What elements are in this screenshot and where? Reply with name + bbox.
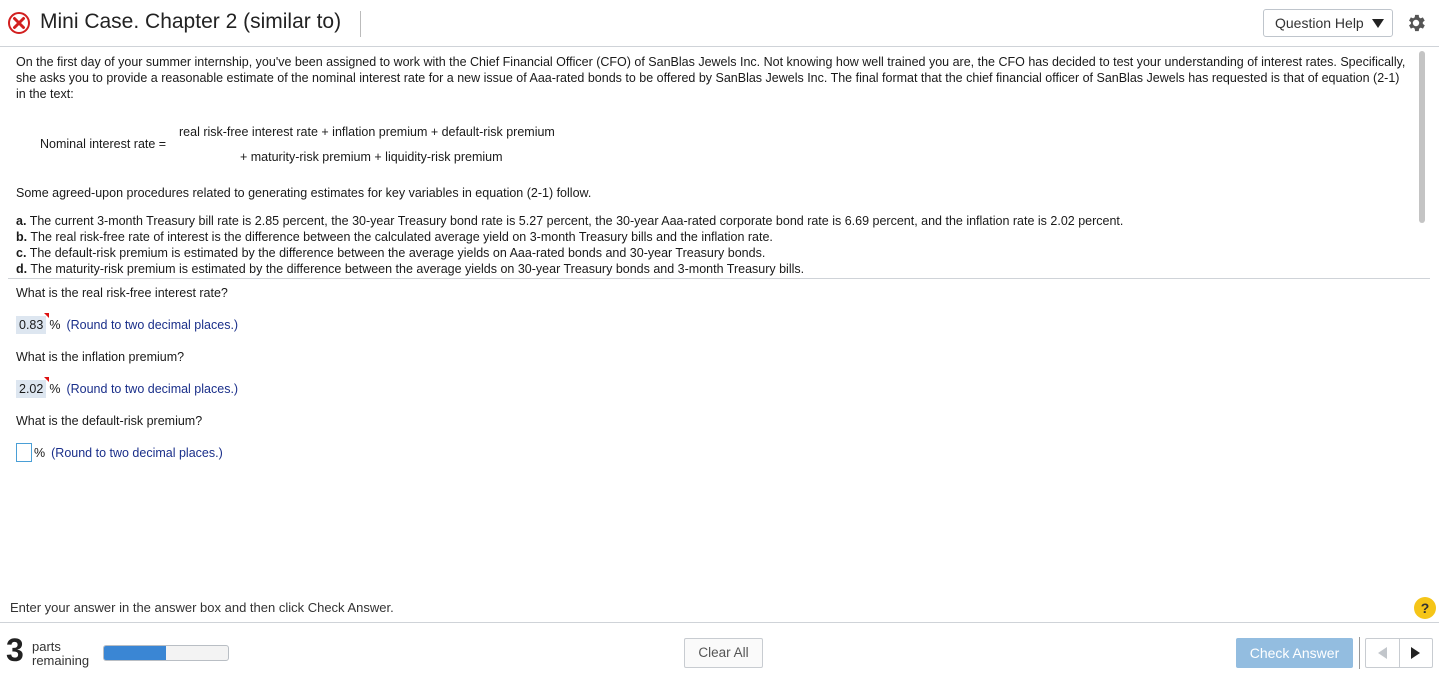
next-arrow-icon[interactable] — [1411, 647, 1420, 659]
check-answer-button[interactable]: Check Answer — [1236, 638, 1353, 668]
answer-box-2[interactable]: 2.02 — [16, 377, 50, 398]
title-divider — [360, 11, 361, 37]
percent-unit: % — [34, 445, 46, 460]
clear-all-button[interactable]: Clear All — [684, 638, 763, 668]
answer-row-1: 0.83% (Round to two decimal places.) — [16, 313, 239, 336]
problem-intro: On the first day of your summer internsh… — [16, 55, 1406, 101]
list-item: b. The real risk-free rate of interest i… — [16, 230, 773, 244]
footer-instruction: Enter your answer in the answer box and … — [10, 600, 394, 615]
vertical-scrollbar[interactable] — [1417, 48, 1427, 278]
incorrect-x-icon — [8, 12, 30, 34]
answer-row-2: 2.02% (Round to two decimal places.) — [16, 377, 239, 400]
answer-row-3: % (Round to two decimal places.) — [16, 443, 223, 463]
answer-box-1[interactable]: 0.83 — [16, 313, 50, 334]
equation-line-2: + maturity-risk premium + liquidity-risk… — [240, 150, 503, 164]
question-prompt-1: What is the real risk-free interest rate… — [16, 286, 228, 300]
nav-divider — [1359, 637, 1360, 669]
footer-divider — [0, 622, 1439, 623]
parts-label: parts — [32, 639, 61, 654]
incorrect-flag-icon — [44, 377, 50, 382]
remaining-label: remaining — [32, 653, 90, 668]
procedure-list: a. The current 3-month Treasury bill rat… — [16, 213, 1408, 277]
progress-bar — [103, 645, 229, 661]
nav-inner-divider — [1399, 639, 1400, 667]
question-nav — [1365, 638, 1433, 668]
page-title: Mini Case. Chapter 2 (similar to) — [40, 10, 342, 33]
title-bar: Mini Case. Chapter 2 (similar to) Questi… — [0, 0, 1439, 47]
rounding-hint: (Round to two decimal places.) — [66, 318, 239, 332]
question-prompt-2: What is the inflation premium? — [16, 350, 185, 364]
list-item: a. The current 3-month Treasury bill rat… — [16, 214, 1124, 228]
procedures-intro: Some agreed-upon procedures related to g… — [16, 186, 592, 200]
equation-label: Nominal interest rate = — [40, 137, 167, 151]
answer-input-3[interactable] — [16, 443, 32, 462]
question-prompt-3: What is the default-risk premium? — [16, 414, 203, 428]
list-item: d. The maturity-risk premium is estimate… — [16, 262, 805, 276]
caret-down-icon — [1372, 19, 1384, 28]
progress-fill — [104, 646, 166, 660]
rounding-hint: (Round to two decimal places.) — [66, 382, 239, 396]
percent-unit: % — [49, 382, 61, 396]
list-item: c. The default-risk premium is estimated… — [16, 246, 766, 260]
help-icon[interactable]: ? — [1414, 597, 1436, 619]
question-help-button[interactable]: Question Help — [1263, 9, 1393, 37]
previous-arrow-icon[interactable] — [1378, 647, 1387, 659]
percent-unit: % — [49, 318, 61, 332]
rounding-hint: (Round to two decimal places.) — [51, 445, 223, 460]
question-help-label: Question Help — [1275, 15, 1364, 31]
problem-statement-pane[interactable]: On the first day of your summer internsh… — [8, 46, 1430, 279]
equation-line-1: real risk-free interest rate + inflation… — [179, 125, 555, 139]
parts-remaining-count: 3 — [6, 632, 24, 668]
gear-icon[interactable] — [1405, 12, 1427, 34]
incorrect-flag-icon — [44, 313, 50, 318]
scrollbar-thumb[interactable] — [1419, 51, 1425, 223]
